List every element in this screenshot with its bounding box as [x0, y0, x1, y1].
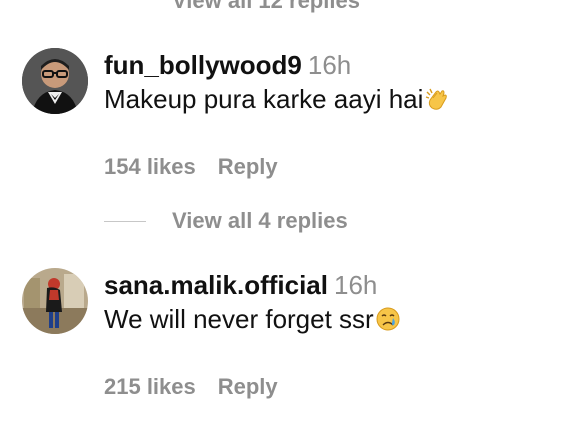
avatar-image: [22, 48, 88, 114]
comment-body: fun_bollywood9 16h Makeup pura karke aayi…: [104, 48, 544, 180]
username[interactable]: fun_bollywood9: [104, 50, 302, 80]
avatar[interactable]: [22, 268, 88, 334]
reply-button[interactable]: Reply: [218, 154, 278, 179]
timestamp: 16h: [307, 50, 352, 80]
likes-count[interactable]: 154 likes: [104, 154, 196, 179]
timestamp: 16h: [333, 270, 378, 300]
likes-count[interactable]: 215 likes: [104, 374, 196, 399]
comments-panel: View all 12 replies fun_bollywood9 16h M…: [0, 0, 565, 423]
avatar[interactable]: [22, 48, 88, 114]
username[interactable]: sana.malik.official: [104, 270, 328, 300]
view-replies-row: View all 4 replies: [104, 206, 348, 236]
comment-text: Makeup pura karke aayi hai: [104, 82, 544, 120]
comment-body: sana.malik.official 16h We will never for…: [104, 268, 544, 400]
comment-text-content: We will never forget ssr: [104, 304, 374, 334]
comment-actions: 215 likes Reply: [104, 374, 544, 400]
clapping-hands-icon: [424, 86, 450, 120]
comment-header: fun_bollywood9 16h: [104, 48, 544, 82]
reply-button[interactable]: Reply: [218, 374, 278, 399]
view-replies-button[interactable]: View all 4 replies: [172, 208, 348, 234]
comment-actions: 154 likes Reply: [104, 154, 544, 180]
replies-divider: [104, 220, 146, 222]
view-replies-button-top[interactable]: View all 12 replies: [172, 0, 360, 14]
comment-text: We will never forget ssr: [104, 302, 544, 340]
comment-header: sana.malik.official 16h: [104, 268, 544, 302]
avatar-image: [22, 268, 88, 334]
comment-text-content: Makeup pura karke aayi hai: [104, 84, 424, 114]
crying-face-icon: [375, 306, 401, 340]
